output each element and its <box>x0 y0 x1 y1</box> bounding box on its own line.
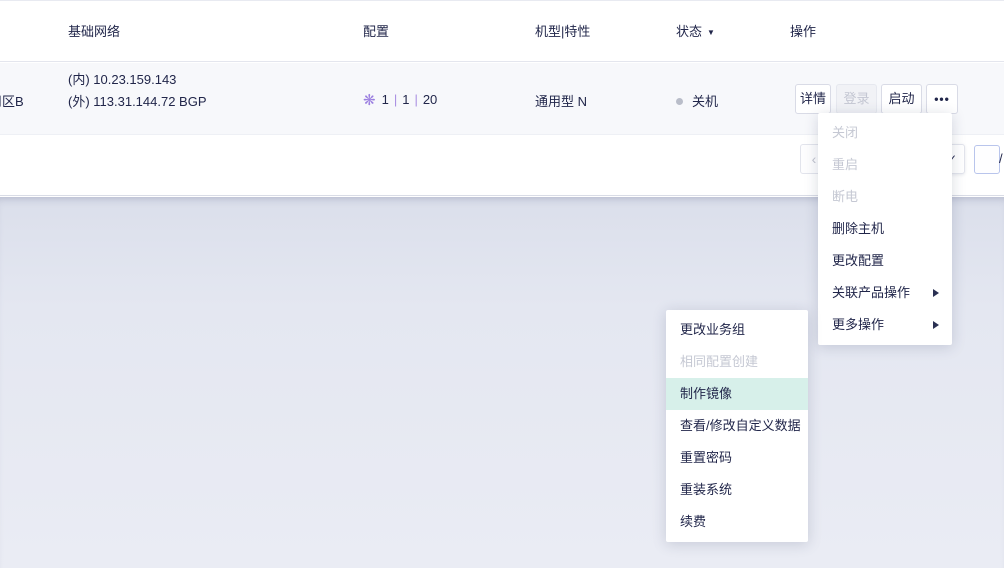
column-header-status-label: 状态 <box>676 24 702 39</box>
row-actions: 详情 登录 启动 ••• <box>0 84 1004 114</box>
menu-item-label: 关联产品操作 <box>832 285 910 300</box>
menu-item-delete-host[interactable]: 删除主机 <box>818 213 952 245</box>
submenu-item-create-image[interactable]: 制作镜像 <box>666 378 808 410</box>
more-actions-button[interactable]: ••• <box>926 84 958 114</box>
menu-item-poweroff: 断电 <box>818 181 952 213</box>
more-ops-submenu: 更改业务组 相同配置创建 制作镜像 查看/修改自定义数据 重置密码 重装系统 续… <box>666 310 808 542</box>
status-filter-icon[interactable]: ▼ <box>707 2 715 64</box>
column-header-status[interactable]: 状态 ▼ <box>676 1 715 63</box>
table-header: 基础网络 配置 机型|特性 状态 ▼ 操作 <box>0 0 1004 62</box>
column-header-network: 基础网络 <box>68 1 120 63</box>
submenu-item-reinstall-system[interactable]: 重装系统 <box>666 474 808 506</box>
submenu-arrow-icon <box>933 289 939 297</box>
start-button[interactable]: 启动 <box>881 84 922 114</box>
page-separator: / <box>999 144 1003 174</box>
submenu-item-create-same-config: 相同配置创建 <box>666 346 808 378</box>
submenu-item-custom-data[interactable]: 查看/修改自定义数据 <box>666 410 808 442</box>
menu-item-restart: 重启 <box>818 149 952 181</box>
column-header-operations: 操作 <box>790 1 816 63</box>
server-console-screen: 基础网络 配置 机型|特性 状态▼ 操作 可用区B (内) 10.23.159.… <box>0 0 1004 568</box>
menu-item-label: 更多操作 <box>832 317 884 332</box>
submenu-item-change-business-group[interactable]: 更改业务组 <box>666 314 808 346</box>
column-header-machine-type: 机型|特性 <box>535 1 590 63</box>
column-header-config: 配置 <box>363 1 389 63</box>
submenu-item-reset-password[interactable]: 重置密码 <box>666 442 808 474</box>
page-number-input[interactable] <box>974 145 1000 174</box>
submenu-arrow-icon <box>933 321 939 329</box>
detail-button[interactable]: 详情 <box>795 84 831 114</box>
menu-item-change-config[interactable]: 更改配置 <box>818 245 952 277</box>
row-actions-dropdown-menu: 关闭 重启 断电 删除主机 更改配置 关联产品操作 更多操作 <box>818 113 952 345</box>
login-button: 登录 <box>836 84 877 114</box>
menu-item-related-product-ops[interactable]: 关联产品操作 <box>818 277 952 309</box>
menu-item-shutdown: 关闭 <box>818 117 952 149</box>
submenu-item-renew[interactable]: 续费 <box>666 506 808 538</box>
menu-item-more-ops[interactable]: 更多操作 <box>818 309 952 341</box>
